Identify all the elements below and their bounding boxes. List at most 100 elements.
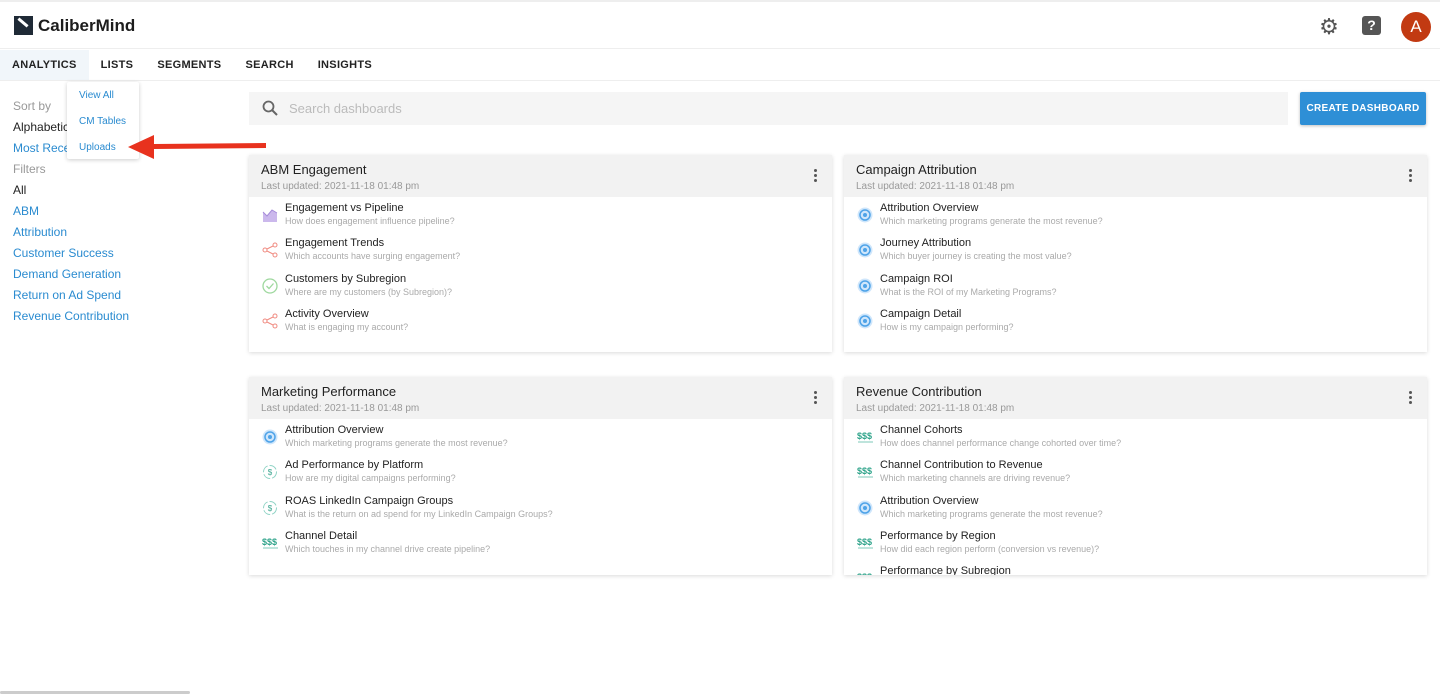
card-header: ABM Engagement Last updated: 2021-11-18 … <box>249 155 832 197</box>
filter-customer-success[interactable]: Customer Success <box>13 243 129 264</box>
dashboard-list-item[interactable]: Engagement Trends Which accounts have su… <box>249 232 832 267</box>
dashboard-list-item[interactable]: $$$ Channel Contribution to Revenue Whic… <box>844 454 1427 489</box>
check-circle-icon <box>262 277 278 294</box>
svg-text:$$$: $$$ <box>857 537 872 547</box>
dashboard-list-item[interactable]: $ Ad Performance by Platform How are my … <box>249 454 832 489</box>
item-title: Engagement vs Pipeline <box>285 202 404 214</box>
more-options-icon[interactable] <box>814 391 818 406</box>
item-title: Channel Contribution to Revenue <box>880 459 1043 472</box>
tab-segments[interactable]: SEGMENTS <box>145 50 233 80</box>
dashboard-list-item[interactable]: Journey Attribution Which buyer journey … <box>844 232 1427 267</box>
dashboard-list-item[interactable]: $$$ Performance by Subregion <box>844 560 1427 575</box>
search-bar <box>249 92 1288 125</box>
dashboard-list-item[interactable]: $$$ Channel Detail Which touches in my c… <box>249 525 832 560</box>
tab-search[interactable]: SEARCH <box>233 50 305 80</box>
item-title: Attribution Overview <box>285 424 384 436</box>
dashboard-card[interactable]: Marketing Performance Last updated: 2021… <box>249 377 832 575</box>
item-title: Channel Detail <box>285 529 358 542</box>
item-title: Engagement Trends <box>285 237 385 250</box>
filter-abm[interactable]: ABM <box>13 201 129 222</box>
search-icon <box>262 100 278 116</box>
item-subtitle: How did each region perform (conversion … <box>880 543 1100 554</box>
filter-attribution[interactable]: Attribution <box>13 222 129 243</box>
avatar[interactable]: A <box>1401 12 1431 42</box>
filter-return-on-ad-spend[interactable]: Return on Ad Spend <box>13 285 129 306</box>
dollar-signs-icon: $$$ <box>857 570 873 575</box>
svg-text:$$$: $$$ <box>262 537 277 547</box>
item-subtitle: How is my campaign performing? <box>880 321 1014 332</box>
dollar-signs-icon: $$$ <box>857 429 873 445</box>
filter-demand-generation[interactable]: Demand Generation <box>13 264 129 285</box>
item-title: Campaign ROI <box>880 272 953 285</box>
item-subtitle: How does channel performance change coho… <box>880 438 1122 448</box>
dashboard-card[interactable]: ABM Engagement Last updated: 2021-11-18 … <box>249 155 832 352</box>
dashboard-list-item[interactable]: Campaign Detail How is my campaign perfo… <box>844 303 1427 338</box>
target-icon <box>857 207 873 223</box>
svg-text:$$$: $$$ <box>857 431 872 441</box>
create-dashboard-button[interactable]: CREATE DASHBOARD <box>1300 92 1426 125</box>
item-title: ROAS LinkedIn Campaign Groups <box>285 494 454 507</box>
target-icon <box>857 313 873 329</box>
dollar-signs-icon: $$$ <box>857 535 873 551</box>
card-title[interactable]: Campaign Attribution <box>856 162 1415 177</box>
brand-name[interactable]: CaliberMind <box>38 16 135 36</box>
item-title: Customers by Subregion <box>285 272 407 285</box>
main-nav: ANALYTICS LISTS SEGMENTS SEARCH INSIGHTS <box>0 50 1440 81</box>
menu-item-cm-tables[interactable]: CM Tables <box>67 110 139 136</box>
item-title: Attribution Overview <box>880 494 979 507</box>
card-header: Revenue Contribution Last updated: 2021-… <box>844 377 1427 419</box>
top-bar: CaliberMind ⚙ ? A <box>0 0 1440 49</box>
card-header: Campaign Attribution Last updated: 2021-… <box>844 155 1427 197</box>
dashboard-list-item[interactable]: Attribution Overview Which marketing pro… <box>844 197 1427 232</box>
filter-all[interactable]: All <box>13 180 129 201</box>
item-title: Ad Performance by Platform <box>285 459 424 472</box>
dollar-cycle-icon: $ <box>262 500 278 516</box>
tab-insights[interactable]: INSIGHTS <box>306 50 384 80</box>
last-updated: Last updated: 2021-11-18 01:48 pm <box>261 181 420 192</box>
item-title: Performance by Subregion <box>880 565 1011 575</box>
item-subtitle: What is the ROI of my Marketing Programs… <box>880 286 1057 297</box>
gear-icon[interactable]: ⚙ <box>1316 14 1342 40</box>
horizontal-scrollbar[interactable] <box>0 691 190 694</box>
more-options-icon[interactable] <box>814 169 818 184</box>
card-title[interactable]: Marketing Performance <box>261 384 820 399</box>
dollar-signs-icon: $$$ <box>262 535 278 551</box>
item-title: Channel Cohorts <box>880 424 963 436</box>
dashboard-list-item[interactable]: $ ROAS LinkedIn Campaign Groups What is … <box>249 490 832 525</box>
dashboard-list-item[interactable]: Customers by Subregion Where are my cust… <box>249 268 832 303</box>
card-title[interactable]: ABM Engagement <box>261 162 820 177</box>
filters-label: Filters <box>13 162 46 176</box>
filter-revenue-contribution[interactable]: Revenue Contribution <box>13 306 129 327</box>
dashboard-list-item[interactable]: Activity Overview What is engaging my ac… <box>249 303 832 338</box>
dashboard-card[interactable]: Revenue Contribution Last updated: 2021-… <box>844 377 1427 575</box>
last-updated: Last updated: 2021-11-18 01:48 pm <box>261 403 420 414</box>
dashboard-list-item[interactable]: $$$ Channel Cohorts How does channel per… <box>844 419 1427 454</box>
more-options-icon[interactable] <box>1409 169 1413 184</box>
item-subtitle: Which marketing channels are driving rev… <box>880 473 1071 484</box>
item-subtitle: Which marketing programs generate the mo… <box>285 438 508 448</box>
dashboard-list-item[interactable]: Attribution Overview Which marketing pro… <box>844 490 1427 525</box>
svg-text:$$$: $$$ <box>857 572 872 575</box>
item-subtitle: Which touches in my channel drive create… <box>285 543 491 554</box>
tab-analytics[interactable]: ANALYTICS <box>0 50 89 80</box>
card-title[interactable]: Revenue Contribution <box>856 384 1415 399</box>
calibermind-logo[interactable] <box>14 16 33 35</box>
dashboard-list-item[interactable]: Attribution Overview Which marketing pro… <box>249 419 832 454</box>
card-header: Marketing Performance Last updated: 2021… <box>249 377 832 419</box>
item-title: Activity Overview <box>285 307 369 320</box>
menu-item-view-all[interactable]: View All <box>67 84 139 110</box>
area-chart-icon <box>262 207 278 223</box>
dashboard-list-item[interactable]: Campaign ROI What is the ROI of my Marke… <box>844 268 1427 303</box>
item-subtitle: How does engagement influence pipeline? <box>285 216 455 226</box>
dashboard-list-item[interactable]: Engagement vs Pipeline How does engageme… <box>249 197 832 232</box>
dollar-cycle-icon: $ <box>262 464 278 480</box>
dashboard-card[interactable]: Campaign Attribution Last updated: 2021-… <box>844 155 1427 352</box>
item-subtitle: Which accounts have surging engagement? <box>285 251 461 262</box>
svg-text:$: $ <box>268 504 273 513</box>
tab-lists[interactable]: LISTS <box>89 50 146 80</box>
search-input[interactable] <box>289 92 1189 125</box>
help-icon[interactable]: ? <box>1362 16 1381 35</box>
svg-text:$$$: $$$ <box>857 466 872 476</box>
dashboard-list-item[interactable]: $$$ Performance by Region How did each r… <box>844 525 1427 560</box>
more-options-icon[interactable] <box>1409 391 1413 406</box>
